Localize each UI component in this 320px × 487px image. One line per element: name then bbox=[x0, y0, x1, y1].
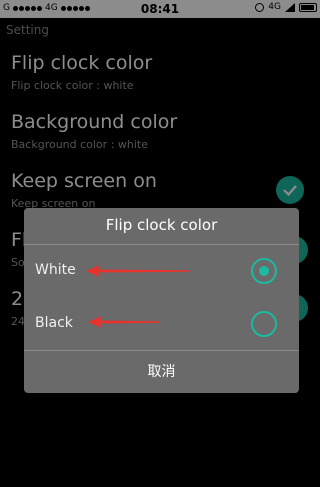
radio-selected-dot bbox=[259, 266, 269, 276]
option-label: Black bbox=[35, 315, 73, 331]
flip-clock-color-dialog: Flip clock color White Black 取消 bbox=[24, 208, 299, 393]
option-label: White bbox=[35, 262, 76, 278]
arrow-left-icon bbox=[86, 265, 190, 277]
option-black[interactable]: Black bbox=[24, 298, 299, 350]
cancel-button[interactable]: 取消 bbox=[24, 351, 299, 393]
radio-white[interactable] bbox=[251, 258, 277, 284]
radio-black[interactable] bbox=[251, 311, 277, 337]
arrow-left-icon bbox=[88, 316, 160, 328]
dialog-title: Flip clock color bbox=[105, 216, 218, 234]
option-white[interactable]: White bbox=[24, 245, 299, 297]
